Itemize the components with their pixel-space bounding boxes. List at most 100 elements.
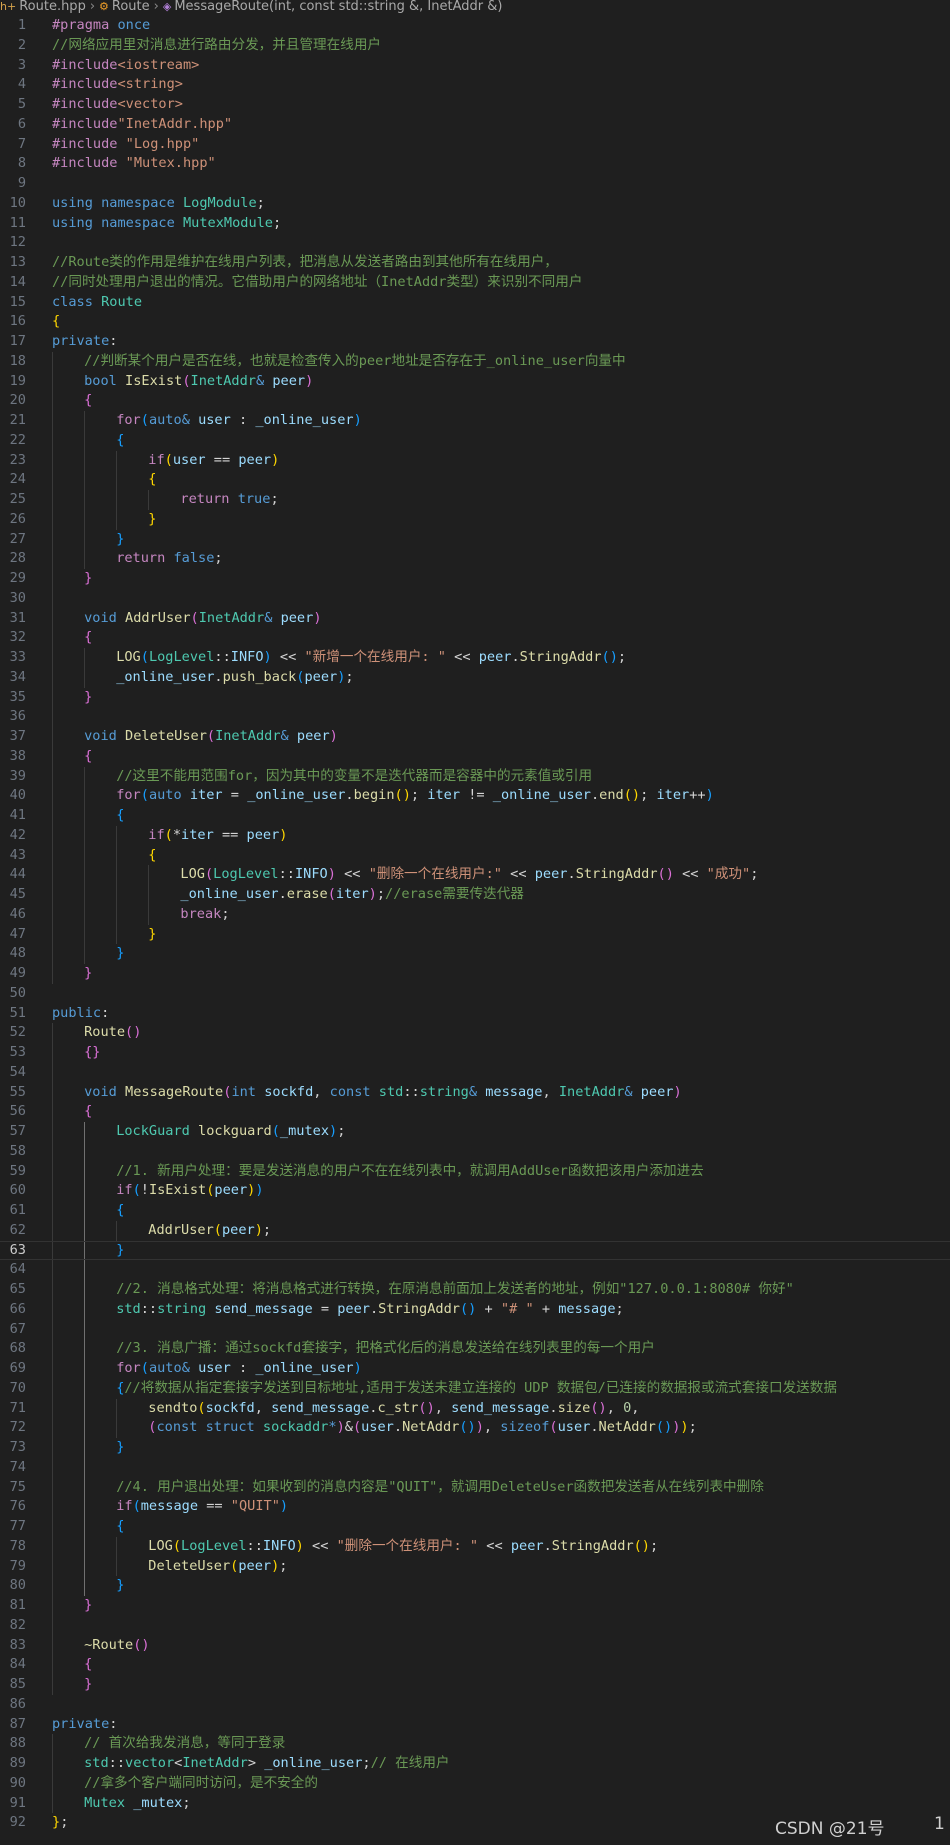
code-line[interactable]: 13 //Route类的作用是维护在线用户列表，把消息从发送者路由到其他所有在线用… — [0, 253, 950, 273]
code-token: _online_user — [180, 886, 279, 902]
code-line[interactable]: 48} — [0, 944, 950, 964]
code-line[interactable]: 71 sendto(sockfd, send_message.c_str(), s… — [0, 1398, 950, 1419]
code-line[interactable]: 20 { — [0, 391, 950, 411]
code-line[interactable]: 7 #include "Log.hpp" — [0, 135, 950, 155]
code-line[interactable]: 74 — [0, 1457, 950, 1478]
code-line[interactable]: 19 bool IsExist(InetAddr& peer) — [0, 371, 950, 392]
code-line[interactable]: 24 { — [0, 470, 950, 490]
code-line[interactable]: 37 void DeleteUser(InetAddr& peer) — [0, 727, 950, 747]
code-line[interactable]: 78 LOG(LogLevel::INFO) << "删除一个在线用户: " <<… — [0, 1536, 950, 1557]
code-line[interactable]: 66 std::string send_message = peer.String… — [0, 1299, 950, 1320]
code-line[interactable]: 43 { — [0, 845, 950, 866]
code-line[interactable]: 56 { — [0, 1102, 950, 1122]
code-line[interactable]: 57 LockGuard lockguard(_mutex); — [0, 1122, 950, 1142]
code-line[interactable]: 42 if(*iter == peer) — [0, 825, 950, 846]
code-line[interactable]: 36 — [0, 707, 950, 727]
code-line[interactable]: 79 DeleteUser(peer); — [0, 1556, 950, 1577]
code-line[interactable]: 31 void AddrUser(InetAddr& peer) — [0, 608, 950, 629]
breadcrumb-method[interactable]: MessageRoute(int, const std::string &, I… — [174, 0, 502, 14]
code-line[interactable]: 46 break; — [0, 904, 950, 925]
code-line[interactable]: 65 //2. 消息格式处理：将消息格式进行转换，在原消息前面加上发送者的地址，例… — [0, 1280, 950, 1300]
code-line[interactable]: 44 LOG(LogLevel::INFO) << "删除一个在线用户:" << … — [0, 865, 950, 885]
code-editor[interactable]: 1 #pragma once 2 //网络应用里对消息进行路由分发，并且管理在线用户 3… — [0, 16, 950, 1833]
code-line[interactable]: 2 //网络应用里对消息进行路由分发，并且管理在线用户 — [0, 36, 950, 56]
code-token: () — [133, 1636, 150, 1653]
code-line[interactable]: 10 using namespace LogModule; — [0, 194, 950, 214]
code-line[interactable]: 51 public: — [0, 1004, 950, 1024]
code-token: ) — [279, 1498, 289, 1515]
breadcrumb-file[interactable]: Route.hpp — [19, 0, 86, 14]
code-line[interactable]: 83 ~Route() — [0, 1635, 950, 1656]
code-line[interactable]: 76 if(message == "QUIT") — [0, 1497, 950, 1517]
code-line[interactable]: 18 //判断某个用户是否在线，也就是检查传入的peer地址是否存在于_onlin… — [0, 351, 950, 372]
code-line[interactable]: 89 std::vector<InetAddr> _online_user;// … — [0, 1754, 950, 1774]
code-line[interactable]: 45 _online_user.erase(iter);//erase需要传迭代器 — [0, 885, 950, 905]
code-line[interactable]: 1 #pragma once — [0, 16, 950, 36]
code-line[interactable]: 84 { — [0, 1655, 950, 1675]
code-line[interactable]: 6 #include"InetAddr.hpp" — [0, 115, 950, 135]
code-line[interactable]: 8 #include "Mutex.hpp" — [0, 154, 950, 174]
code-line[interactable]: 53 {} — [0, 1043, 950, 1063]
breadcrumb-class[interactable]: Route — [112, 0, 150, 14]
code-line[interactable]: 33 LOG(LogLevel::INFO) << "新增一个在线用户: " <<… — [0, 648, 950, 668]
code-line[interactable]: 26} — [0, 509, 950, 530]
code-line[interactable]: 29} — [0, 569, 950, 589]
code-line[interactable]: 23 if(user == peer) — [0, 450, 950, 471]
code-line[interactable]: 32 { — [0, 628, 950, 648]
code-line[interactable]: 11 using namespace MutexModule; — [0, 214, 950, 234]
code-line[interactable]: 50 — [0, 984, 950, 1004]
code-line[interactable]: 64 — [0, 1260, 950, 1280]
code-line[interactable]: 25 return true; — [0, 490, 950, 510]
code-line[interactable]: 87 private: — [0, 1715, 950, 1735]
code-line[interactable]: 88 // 首次给我发消息，等同于登录 — [0, 1734, 950, 1754]
code-line[interactable]: 61 { — [0, 1201, 950, 1221]
code-line[interactable]: 3 #include<iostream> — [0, 56, 950, 76]
code-line[interactable]: 69 for(auto& user : _online_user) — [0, 1359, 950, 1379]
code-line[interactable]: 17 private: — [0, 332, 950, 352]
code-line[interactable]: 40 for(auto iter = _online_user.begin(); … — [0, 786, 950, 806]
code-line[interactable]: 52 Route() — [0, 1023, 950, 1043]
code-line[interactable]: 59 //1. 新用户处理：要是发送消息的用户不在在线列表中，就调用AddUser… — [0, 1161, 950, 1182]
code-line[interactable]: 85} — [0, 1675, 950, 1695]
code-line[interactable]: 54 — [0, 1062, 950, 1083]
code-line[interactable]: 4 #include<string> — [0, 75, 950, 95]
code-line[interactable]: 75 //4. 用户退出处理：如果收到的消息内容是"QUIT"，就调用Delete… — [0, 1477, 950, 1498]
code-line[interactable]: 16 { — [0, 312, 950, 332]
code-line[interactable]: 30 — [0, 588, 950, 609]
code-line[interactable]: 5 #include<vector> — [0, 95, 950, 115]
code-line[interactable]: 86 — [0, 1695, 950, 1715]
code-line[interactable]: 22 { — [0, 430, 950, 451]
code-line[interactable]: 34 _online_user.push_back(peer); — [0, 667, 950, 688]
code-line[interactable]: 27} — [0, 529, 950, 550]
code-line[interactable]: 73} — [0, 1438, 950, 1458]
code-token: { — [116, 1518, 125, 1534]
code-line[interactable]: 68 //3. 消息广播：通过sockfd套接字，把格式化后的消息发送给在线列表里… — [0, 1339, 950, 1359]
code-line[interactable]: 39 //这里不能用范围for，因为其中的变量不是迭代器而是容器中的元素值或引用 — [0, 766, 950, 787]
code-line[interactable]: 41 { — [0, 806, 950, 826]
code-line[interactable]: 72 (const struct sockaddr*)&(user.NetAddr… — [0, 1418, 950, 1438]
code-token: private — [52, 333, 110, 349]
code-line[interactable]: 15 class Route — [0, 293, 950, 313]
code-line[interactable]: 58 — [0, 1141, 950, 1162]
code-line[interactable]: 70 {//将数据从指定套接字发送到目标地址,适用于发送未建立连接的 UDP 数据… — [0, 1378, 950, 1399]
code-line[interactable]: 77 { — [0, 1517, 950, 1537]
code-line[interactable]: 91 Mutex _mutex; — [0, 1793, 950, 1814]
code-line[interactable]: 62 AddrUser(peer); — [0, 1220, 950, 1241]
code-line[interactable]: 90 //拿多个客户端同时访问，是不安全的 — [0, 1773, 950, 1794]
code-line[interactable]: 12 — [0, 233, 950, 253]
code-line[interactable]: 38 { — [0, 746, 950, 767]
code-line[interactable]: 67 — [0, 1319, 950, 1340]
code-line[interactable]: 9 — [0, 174, 950, 194]
code-line[interactable]: 35} — [0, 687, 950, 708]
code-line[interactable]: 49} — [0, 964, 950, 984]
code-line[interactable]: 21 for(auto& user : _online_user) — [0, 411, 950, 431]
code-line[interactable]: 47} — [0, 924, 950, 945]
code-line[interactable]: 55 void MessageRoute(int sockfd, const st… — [0, 1082, 950, 1103]
code-line[interactable]: 81} — [0, 1596, 950, 1616]
code-line[interactable]: 80} — [0, 1576, 950, 1596]
code-line[interactable]: 28 return false; — [0, 549, 950, 569]
code-line[interactable]: 82 — [0, 1615, 950, 1636]
code-line[interactable]: 63} — [0, 1240, 950, 1261]
code-line[interactable]: 60 if(!IsExist(peer)) — [0, 1181, 950, 1201]
code-line[interactable]: 14 //同时处理用户退出的情况。它借助用户的网络地址（InetAddr类型）来识… — [0, 273, 950, 293]
